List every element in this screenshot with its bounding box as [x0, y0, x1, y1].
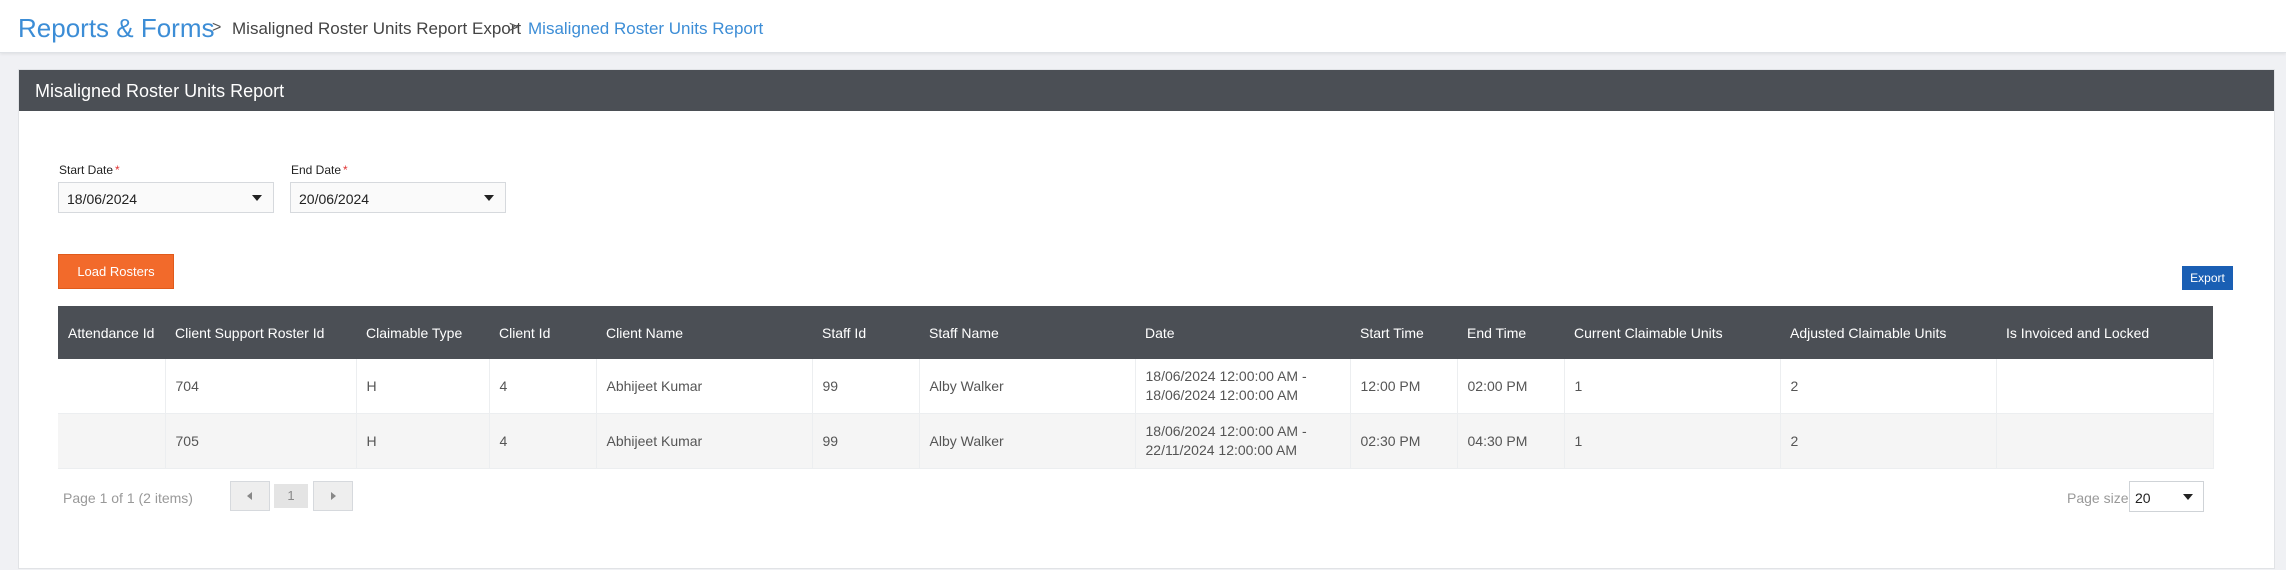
table-cell: 1 — [1564, 359, 1781, 414]
table-cell: H — [356, 413, 490, 469]
table-cell — [58, 413, 166, 469]
table-row[interactable]: 705 H 4 Abhijeet Kumar 99 Alby Walker 18… — [58, 413, 2214, 469]
column-header[interactable]: Claimable Type — [356, 306, 489, 359]
column-header[interactable]: Adjusted Claimable Units — [1780, 306, 1996, 359]
breadcrumb-separator: > — [509, 19, 519, 36]
pager-info: Page 1 of 1 (2 items) — [63, 490, 193, 506]
column-header[interactable]: Staff Id — [812, 306, 919, 359]
table-row[interactable]: 704 H 4 Abhijeet Kumar 99 Alby Walker 18… — [58, 359, 2214, 414]
table-cell: 99 — [812, 413, 920, 469]
load-rosters-button[interactable]: Load Rosters — [58, 254, 174, 289]
table-cell: 705 — [165, 413, 357, 469]
pager-next-button[interactable] — [313, 481, 353, 511]
pager-page-1[interactable]: 1 — [274, 484, 308, 508]
table-cell: 04:30 PM — [1457, 413, 1565, 469]
table-cell — [58, 359, 166, 414]
column-header[interactable]: Start Time — [1350, 306, 1457, 359]
table-cell: 2 — [1780, 359, 1997, 414]
required-mark: * — [343, 163, 348, 177]
column-header[interactable]: End Time — [1457, 306, 1564, 359]
table-cell — [1996, 413, 2214, 469]
roster-units-table: Attendance Id Client Support Roster Id C… — [58, 306, 2214, 469]
end-date-picker[interactable]: 20/06/2024 — [290, 182, 506, 213]
start-date-value: 18/06/2024 — [67, 191, 138, 207]
chevron-right-icon — [331, 492, 336, 500]
start-date-label-text: Start Date — [59, 163, 114, 177]
column-header[interactable]: Client Id — [489, 306, 596, 359]
breadcrumb-separator: > — [212, 19, 222, 36]
column-header[interactable]: Staff Name — [919, 306, 1135, 359]
chevron-down-icon[interactable] — [484, 195, 494, 201]
table-cell: 1 — [1564, 413, 1781, 469]
required-mark: * — [115, 163, 120, 177]
top-bar: Reports & Forms > Misaligned Roster Unit… — [0, 0, 2286, 53]
start-date-label: Start Date * — [59, 163, 120, 177]
end-date-value: 20/06/2024 — [299, 191, 370, 207]
table-cell: 12:00 PM — [1350, 359, 1458, 414]
start-date-picker[interactable]: 18/06/2024 — [58, 182, 274, 213]
table-cell: 704 — [165, 359, 357, 414]
table-cell: 99 — [812, 359, 920, 414]
table-cell: Alby Walker — [919, 359, 1136, 414]
table-cell: Abhijeet Kumar — [596, 413, 813, 469]
table-cell: 4 — [489, 413, 597, 469]
column-header[interactable]: Client Support Roster Id — [165, 306, 356, 359]
chevron-left-icon — [247, 492, 252, 500]
column-header[interactable]: Current Claimable Units — [1564, 306, 1780, 359]
table-cell: 02:00 PM — [1457, 359, 1565, 414]
table-cell: 18/06/2024 12:00:00 AM - 22/11/2024 12:0… — [1135, 413, 1351, 469]
panel-title: Misaligned Roster Units Report — [35, 81, 285, 101]
column-header[interactable]: Is Invoiced and Locked — [1996, 306, 2213, 359]
page-size-select[interactable]: 20 — [2129, 481, 2204, 512]
column-header[interactable]: Client Name — [596, 306, 812, 359]
breadcrumb-root[interactable]: Reports & Forms — [18, 13, 215, 44]
table-cell: H — [356, 359, 490, 414]
table-cell: Alby Walker — [919, 413, 1136, 469]
breadcrumb-item-export[interactable]: Misaligned Roster Units Report Export — [232, 19, 521, 39]
table-cell: Abhijeet Kumar — [596, 359, 813, 414]
page-size-value: 20 — [2135, 490, 2151, 506]
pager-prev-button[interactable] — [230, 481, 270, 511]
column-header[interactable]: Date — [1135, 306, 1350, 359]
chevron-down-icon[interactable] — [252, 195, 262, 201]
page-size-label: Page size: — [2067, 490, 2133, 506]
chevron-down-icon[interactable] — [2183, 494, 2193, 500]
end-date-label: End Date * — [291, 163, 348, 177]
export-button[interactable]: Export — [2182, 266, 2233, 290]
panel-header: Misaligned Roster Units Report — [19, 70, 2274, 111]
table-cell — [1996, 359, 2214, 414]
table-cell: 18/06/2024 12:00:00 AM - 18/06/2024 12:0… — [1135, 359, 1351, 414]
table-cell: 02:30 PM — [1350, 413, 1458, 469]
table-cell: 4 — [489, 359, 597, 414]
end-date-label-text: End Date — [291, 163, 342, 177]
breadcrumb-item-current[interactable]: Misaligned Roster Units Report — [528, 19, 763, 39]
table-header-row: Attendance Id Client Support Roster Id C… — [58, 306, 2213, 359]
column-header[interactable]: Attendance Id — [58, 306, 165, 359]
table-cell: 2 — [1780, 413, 1997, 469]
